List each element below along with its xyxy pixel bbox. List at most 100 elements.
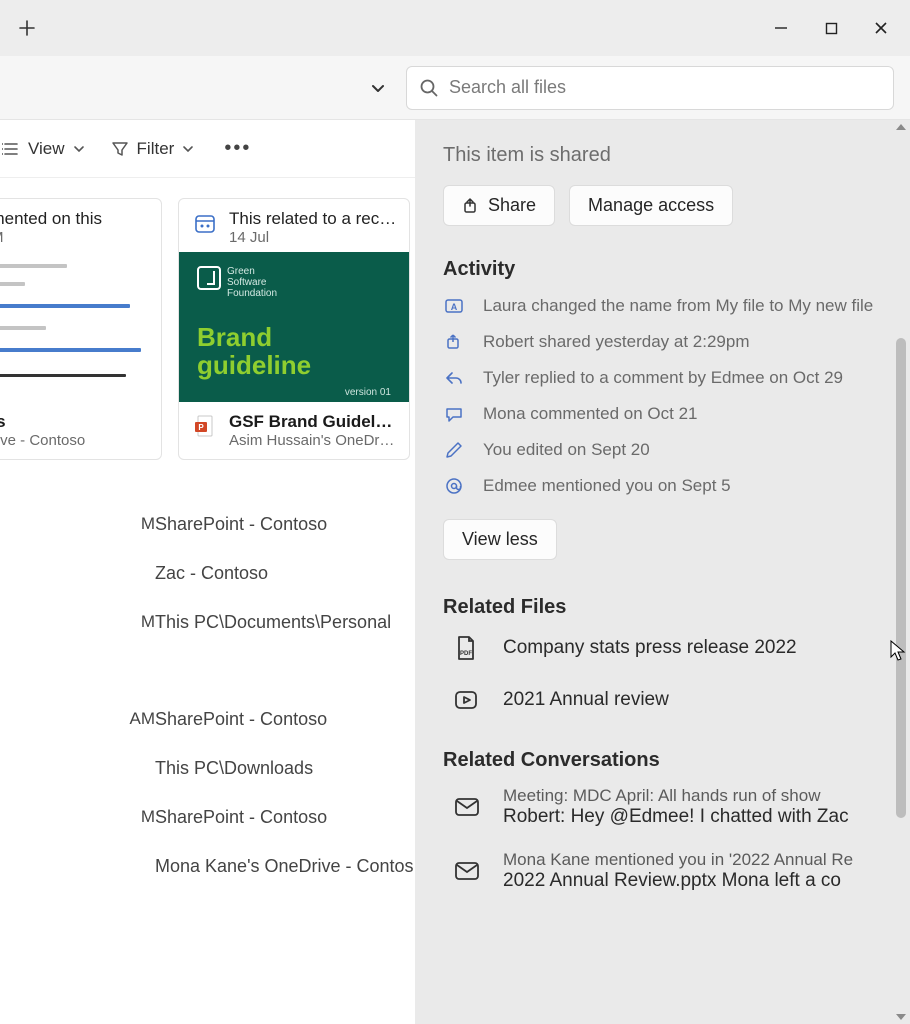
list-col-location: This PC\Documents\Personal: [155, 612, 415, 633]
search-field-wrap[interactable]: [406, 66, 894, 110]
list-row[interactable]: M SharePoint - Contoso: [0, 793, 415, 842]
list-col-location: Mona Kane's OneDrive - Contos: [155, 856, 415, 877]
card-subtitle: PM: [0, 229, 149, 246]
list-col-time: [0, 563, 155, 584]
list-row[interactable]: Mona Kane's OneDrive - Contos: [0, 842, 415, 891]
details-pane: This item is shared Share Manage access …: [415, 120, 910, 1024]
list-row[interactable]: M SharePoint - Contoso: [0, 500, 415, 549]
list-col-location: SharePoint - Contoso: [155, 514, 415, 535]
conversation-subject: Mona Kane mentioned you in '2022 Annual …: [503, 850, 888, 870]
more-button[interactable]: •••: [216, 133, 259, 164]
list-col-time: [0, 856, 155, 877]
list-row[interactable]: This PC\Downloads: [0, 744, 415, 793]
activity-text: Robert shared yesterday at 2:29pm: [483, 332, 749, 352]
related-file-item[interactable]: PDF Company stats press release 2022: [443, 633, 888, 663]
share-icon: [443, 331, 465, 353]
activity-text: Mona commented on Oct 21: [483, 404, 698, 424]
list-col-time: M: [0, 514, 155, 535]
new-tab-button[interactable]: [6, 8, 48, 48]
activity-item[interactable]: Edmee mentioned you on Sept 5: [443, 475, 888, 497]
file-card[interactable]: nmented on this PM: [0, 198, 162, 460]
card-title: nmented on this: [0, 209, 149, 229]
reply-icon: [443, 367, 465, 389]
list-col-time: M: [0, 807, 155, 828]
view-button[interactable]: View: [0, 133, 89, 165]
rename-icon: A: [443, 295, 465, 317]
calendar-icon: [191, 209, 219, 237]
svg-text:P: P: [198, 423, 204, 432]
related-file-item[interactable]: 2021 Annual review: [443, 685, 888, 715]
manage-access-label: Manage access: [588, 195, 714, 216]
view-less-button[interactable]: View less: [443, 519, 557, 560]
edit-icon: [443, 439, 465, 461]
related-file-name: 2021 Annual review: [503, 689, 669, 711]
mail-icon: [451, 855, 483, 887]
activity-item[interactable]: You edited on Sept 20: [443, 439, 888, 461]
activity-item[interactable]: Robert shared yesterday at 2:29pm: [443, 331, 888, 353]
card-preview: [0, 252, 161, 402]
view-label: View: [28, 139, 65, 159]
list-row[interactable]: M This PC\Documents\Personal: [0, 598, 415, 647]
titlebar: [0, 0, 910, 56]
list-row[interactable]: AM SharePoint - Contoso: [0, 695, 415, 744]
svg-text:A: A: [451, 302, 458, 312]
main-content: View Filter •••: [0, 120, 415, 1024]
brand-logo-text: Green Software Foundation: [227, 266, 277, 299]
manage-access-button[interactable]: Manage access: [569, 185, 733, 226]
share-label: Share: [488, 195, 536, 216]
activity-item[interactable]: A Laura changed the name from My file to…: [443, 295, 888, 317]
list-row[interactable]: Zac - Contoso: [0, 549, 415, 598]
activity-item[interactable]: Tyler replied to a comment by Edmee on O…: [443, 367, 888, 389]
chevron-down-icon: [73, 143, 85, 155]
card-title: This related to a recen: [229, 209, 397, 229]
view-less-label: View less: [462, 529, 538, 550]
card-subtitle: 14 Jul: [229, 229, 397, 246]
activity-heading: Activity: [443, 258, 888, 281]
scroll-thumb[interactable]: [896, 338, 906, 818]
brand-version: version 01: [197, 387, 391, 398]
mention-icon: [443, 475, 465, 497]
share-button[interactable]: Share: [443, 185, 555, 226]
scroll-up-icon[interactable]: [896, 124, 906, 130]
related-conversations-heading: Related Conversations: [443, 749, 888, 772]
conversation-subject: Meeting: MDC April: All hands run of sho…: [503, 786, 888, 806]
list-col-location: SharePoint - Contoso: [155, 709, 415, 730]
mail-icon: [451, 791, 483, 823]
related-files-list: PDF Company stats press release 2022 202…: [443, 633, 888, 715]
comment-icon: [443, 403, 465, 425]
card-file-name: tes: [0, 412, 149, 432]
scroll-down-icon[interactable]: [896, 1014, 906, 1020]
activity-text: Edmee mentioned you on Sept 5: [483, 476, 731, 496]
video-file-icon: [451, 685, 481, 715]
conversation-preview: 2022 Annual Review.pptx Mona left a co: [503, 870, 888, 892]
minimize-button[interactable]: [758, 8, 804, 48]
activity-list: A Laura changed the name from My file to…: [443, 295, 888, 497]
filter-button[interactable]: Filter: [107, 133, 199, 165]
search-input[interactable]: [449, 77, 881, 98]
filter-icon: [111, 140, 129, 158]
conversation-item[interactable]: Mona Kane mentioned you in '2022 Annual …: [443, 850, 888, 892]
shared-status: This item is shared: [443, 144, 888, 167]
related-files-heading: Related Files: [443, 596, 888, 619]
list-col-location: This PC\Downloads: [155, 758, 415, 779]
activity-text: Laura changed the name from My file to M…: [483, 296, 873, 316]
activity-text: You edited on Sept 20: [483, 440, 650, 460]
scroll-track[interactable]: [896, 138, 906, 1006]
scope-dropdown[interactable]: [360, 70, 396, 106]
conversation-item[interactable]: Meeting: MDC April: All hands run of sho…: [443, 786, 888, 828]
pdf-file-icon: PDF: [451, 633, 481, 663]
card-file-location: Asim Hussain's OneDrive: [229, 432, 397, 449]
scrollbar[interactable]: [894, 120, 908, 1024]
close-button[interactable]: [858, 8, 904, 48]
maximize-button[interactable]: [808, 8, 854, 48]
search-row: [0, 56, 910, 120]
file-card[interactable]: This related to a recen 14 Jul Green Sof…: [178, 198, 410, 460]
related-file-name: Company stats press release 2022: [503, 637, 797, 659]
list-col-time: M: [0, 612, 155, 633]
card-row: nmented on this PM: [0, 178, 415, 460]
card-file-location: Drive - Contoso: [0, 432, 149, 449]
card-preview: Green Software Foundation Brand guidelin…: [179, 252, 409, 402]
activity-item[interactable]: Mona commented on Oct 21: [443, 403, 888, 425]
filter-label: Filter: [137, 139, 175, 159]
list-col-time: AM: [0, 709, 155, 730]
